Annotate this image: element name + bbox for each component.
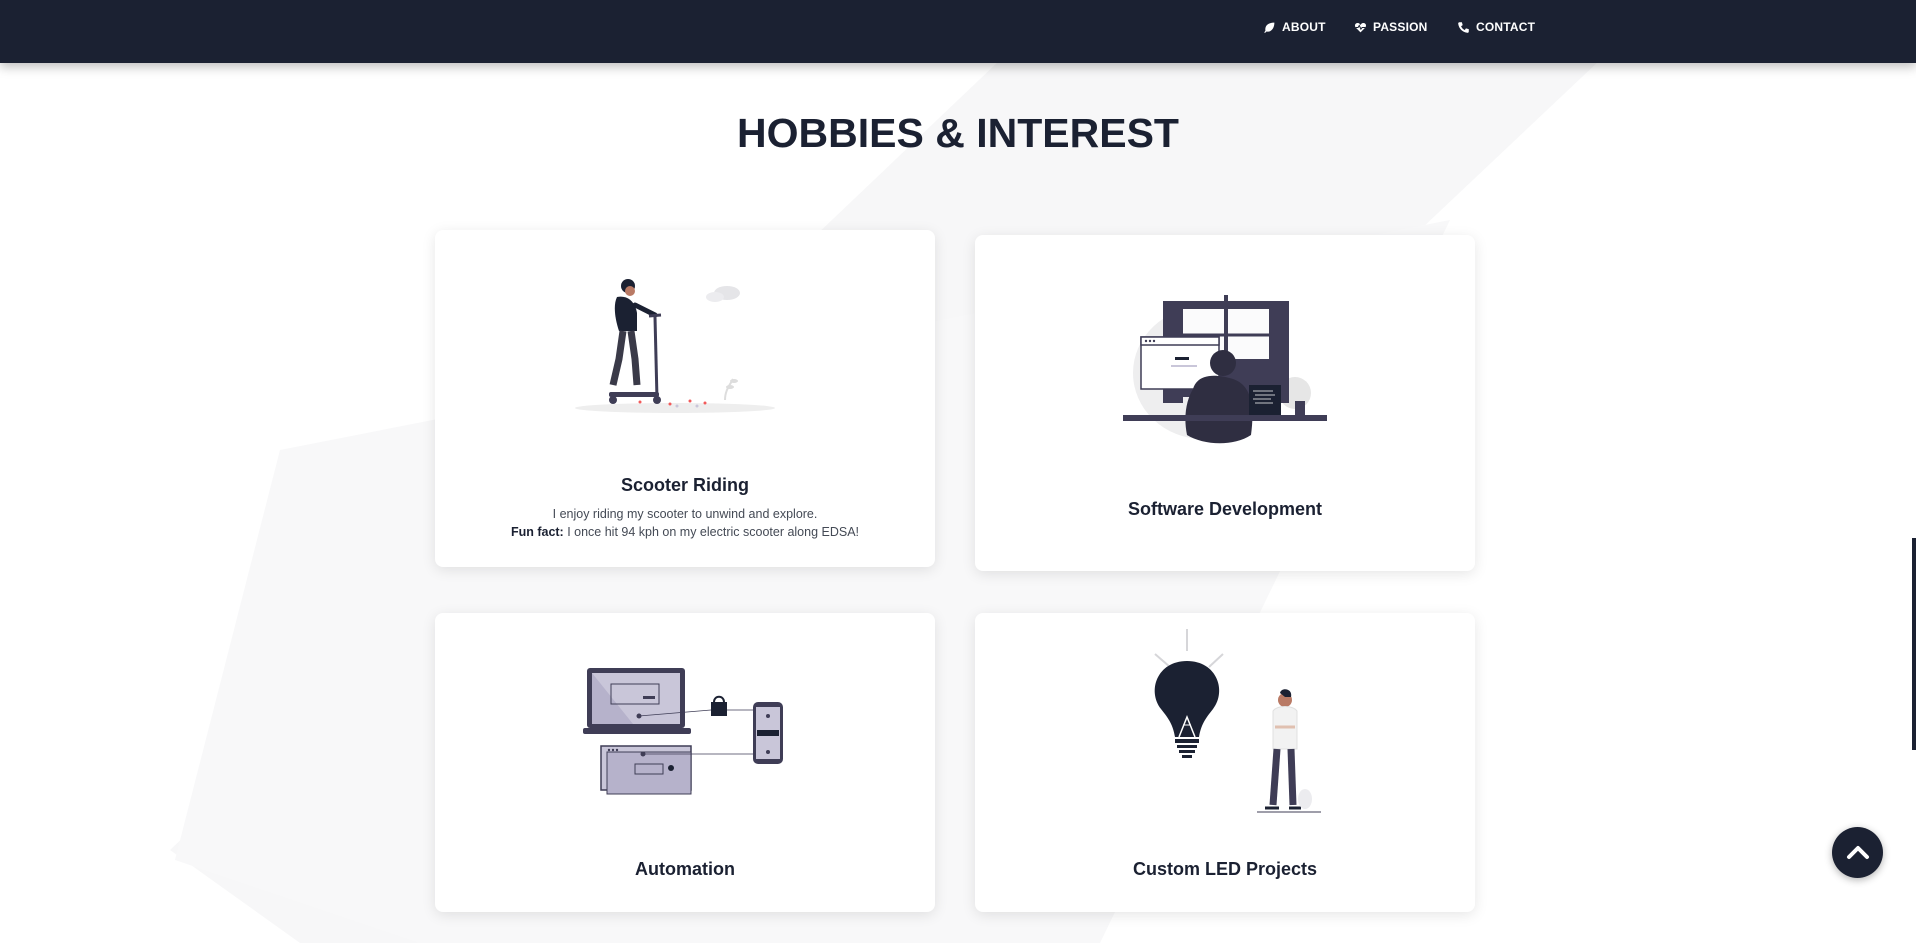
card-description-line: I enjoy riding my scooter to unwind and …: [552, 507, 818, 521]
heart-pulse-icon: [1354, 22, 1367, 32]
nav-contact-label: CONTACT: [1476, 20, 1536, 34]
nav-contact[interactable]: CONTACT: [1457, 20, 1535, 34]
card-fun-fact: Fun fact: I once hit 94 kph on my electr…: [435, 523, 935, 541]
card-title-software: Software Development: [1127, 499, 1323, 519]
scooter-rider-illustration: [575, 279, 775, 413]
card-title-led: Custom LED Projects: [1132, 859, 1318, 879]
hobby-card-led: Custom LED Projects: [975, 613, 1475, 912]
lightbulb-person-illustration: [1154, 629, 1321, 813]
leaf-icon: [1264, 22, 1275, 33]
nav-passion[interactable]: PASSION: [1354, 20, 1428, 34]
nav-passion-label: PASSION: [1373, 20, 1428, 34]
nav-about-label: ABOUT: [1282, 20, 1326, 34]
scrollbar-thumb[interactable]: [1912, 538, 1916, 750]
card-title-automation: Automation: [635, 859, 735, 879]
developer-desk-illustration: [1123, 295, 1327, 444]
card-description-scooter: I enjoy riding my scooter to unwind and …: [435, 505, 935, 541]
chevron-up-icon: [1846, 845, 1869, 859]
hobby-card-automation: Automation: [435, 613, 935, 912]
fun-fact-text: I once hit 94 kph on my electric scooter…: [563, 525, 860, 539]
card-title-scooter: Scooter Riding: [620, 475, 749, 495]
scroll-to-top-button[interactable]: [1832, 827, 1883, 878]
fun-fact-label: Fun fact:: [510, 525, 564, 539]
section-title: HOBBIES & INTEREST: [737, 110, 1179, 156]
top-navbar: ABOUT PASSION CONTACT: [0, 0, 1916, 63]
hobby-card-scooter: Scooter Riding I enjoy riding my scooter…: [435, 230, 935, 567]
connected-devices-illustration: [583, 668, 783, 795]
nav-about[interactable]: ABOUT: [1263, 20, 1326, 34]
hobby-card-software: Software Development: [975, 235, 1475, 571]
phone-icon: [1458, 21, 1469, 33]
